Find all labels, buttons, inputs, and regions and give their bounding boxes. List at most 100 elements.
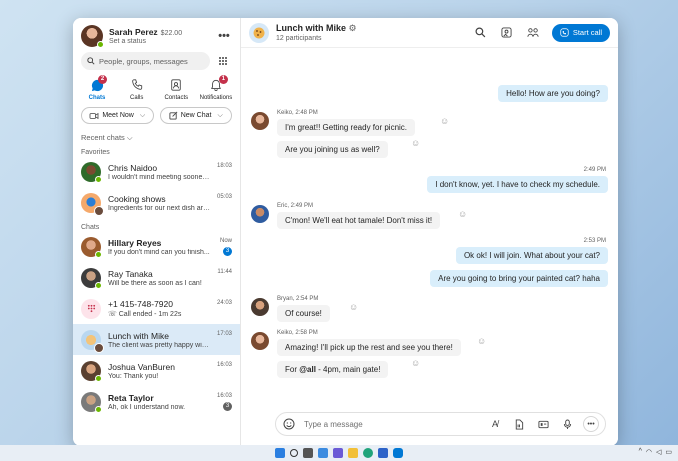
call-ended-icon: ☏ xyxy=(108,311,119,318)
reaction-smiley-icon[interactable]: ☺ xyxy=(440,116,449,126)
gallery-icon xyxy=(501,27,512,38)
contact-card-button[interactable] xyxy=(535,416,551,432)
group-avatar[interactable] xyxy=(249,22,269,43)
nav-calls[interactable]: Calls xyxy=(119,78,155,101)
dialpad-button[interactable] xyxy=(214,52,232,70)
profile-header[interactable]: Sarah Perez $22.00 Set a status ••• xyxy=(73,18,240,48)
profile-status[interactable]: Set a status xyxy=(109,38,216,45)
nav-contacts[interactable]: Contacts xyxy=(158,78,194,101)
chats-label: Chats xyxy=(81,224,100,231)
chat-preview: Ah, ok I understand now. xyxy=(108,403,186,411)
chat-time: 16:03 xyxy=(216,362,232,368)
nav-notifications-label: Notifications xyxy=(199,95,233,101)
recent-chats-toggle[interactable]: Recent chats ⌵ xyxy=(73,133,240,143)
message-input[interactable]: Type a message xyxy=(304,420,479,429)
meet-now-button[interactable]: Meet Now ⌵ xyxy=(81,107,154,124)
gallery-button[interactable] xyxy=(498,24,516,42)
message-outgoing[interactable]: Are you going to bring your painted cat?… xyxy=(430,270,608,287)
chevron-down-icon: ⌵ xyxy=(217,111,223,119)
conversation-title[interactable]: Lunch with Mike xyxy=(276,23,346,33)
profile-name: Sarah Perez xyxy=(109,27,158,37)
message-incoming[interactable]: C'mon! We'll eat hot tamale! Don't miss … xyxy=(277,212,441,229)
message-composer[interactable]: Type a message A̸ ••• xyxy=(275,412,606,436)
nav-notifications[interactable]: 1 Notifications xyxy=(198,75,234,101)
chat-title: Reta Taylor xyxy=(108,392,154,403)
skype-window: Sarah Perez $22.00 Set a status ••• Peopl… xyxy=(73,18,618,446)
emoji-button[interactable] xyxy=(282,417,296,431)
chat-app-icon[interactable] xyxy=(333,448,343,458)
avatar[interactable] xyxy=(251,298,269,316)
avatar[interactable] xyxy=(251,205,269,223)
new-chat-button[interactable]: New Chat ⌵ xyxy=(159,107,232,124)
volume-icon[interactable]: ◁ xyxy=(656,448,661,456)
chat-time: Now xyxy=(219,238,232,244)
settings-gear-icon[interactable]: ⚙ xyxy=(349,23,357,33)
chat-list-item[interactable]: Hillary Reyes If you don't mind can you … xyxy=(73,231,240,262)
taskbar-search-icon[interactable] xyxy=(290,449,298,457)
chat-list-item[interactable]: Reta Taylor Ah, ok I understand now. 16:… xyxy=(73,386,240,417)
main-nav: 2 Chats Calls Contacts 1 Notifications xyxy=(73,75,240,101)
reaction-smiley-icon[interactable]: ☺ xyxy=(458,209,467,219)
chat-list-item[interactable]: Cooking shows Ingredients for our next d… xyxy=(73,187,240,218)
chat-time: 11:44 xyxy=(217,269,232,275)
chat-title: Cooking shows xyxy=(108,193,166,204)
more-options-button[interactable]: ••• xyxy=(216,30,232,42)
nav-chats[interactable]: 2 Chats xyxy=(79,75,115,101)
message-incoming[interactable]: Are you joining us as well? xyxy=(277,141,388,158)
wifi-icon[interactable]: ◠ xyxy=(646,448,652,456)
avatar[interactable] xyxy=(251,112,269,130)
system-tray[interactable]: ^ ◠ ◁ ▭ xyxy=(639,448,672,456)
chat-list-item[interactable]: +1 415-748-7920 ☏ Call ended - 1m 22s 24… xyxy=(73,293,240,324)
store-icon[interactable] xyxy=(378,448,388,458)
compose-icon xyxy=(169,111,178,120)
participant-count[interactable]: 12 participants xyxy=(276,35,464,42)
reaction-smiley-icon[interactable]: ☺ xyxy=(411,138,420,148)
avatar[interactable] xyxy=(251,332,269,350)
widgets-icon[interactable] xyxy=(318,448,328,458)
video-icon xyxy=(89,112,99,119)
mention-all[interactable]: @all xyxy=(299,365,316,374)
file-explorer-icon[interactable] xyxy=(348,448,358,458)
start-call-label: Start call xyxy=(572,28,602,37)
message-outgoing[interactable]: I don't know, yet. I have to check my sc… xyxy=(427,176,608,193)
reaction-smiley-icon[interactable]: ☺ xyxy=(477,336,486,346)
format-text-button[interactable]: A̸ xyxy=(487,416,503,432)
more-composer-options-button[interactable]: ••• xyxy=(583,416,599,432)
message-timestamp: 2:49 PM xyxy=(583,167,606,173)
nav-chats-label: Chats xyxy=(88,95,106,101)
task-view-icon[interactable] xyxy=(303,448,313,458)
chat-time: 16:03 xyxy=(216,393,232,399)
call-icon xyxy=(560,28,569,37)
edge-browser-icon[interactable] xyxy=(363,448,373,458)
message-incoming[interactable]: Of course! xyxy=(277,305,330,322)
message-outgoing[interactable]: Hello! How are you doing? xyxy=(498,85,608,102)
start-call-button[interactable]: Start call xyxy=(551,23,610,42)
add-people-icon xyxy=(527,28,539,37)
skype-taskbar-icon[interactable] xyxy=(393,448,403,458)
reaction-smiley-icon[interactable]: ☺ xyxy=(349,302,358,312)
chevron-down-icon: ⌵ xyxy=(139,111,146,119)
chat-time: 05:03 xyxy=(216,194,232,200)
battery-icon[interactable]: ▭ xyxy=(665,448,672,456)
windows-start-icon[interactable] xyxy=(275,448,285,458)
chat-list-item[interactable]: Joshua VanBuren You: Thank you! 16:03 xyxy=(73,355,240,386)
chat-list-item-selected[interactable]: Lunch with Mike The client was pretty ha… xyxy=(73,324,240,355)
search-conversation-button[interactable] xyxy=(472,24,490,42)
chat-list-item[interactable]: Chris Naidoo I wouldn't mind meeting soo… xyxy=(73,156,240,187)
unread-badge: 3 xyxy=(223,402,232,411)
message-outgoing[interactable]: Ok ok! I will join. What about your cat? xyxy=(455,247,608,264)
favorites-label: Favorites xyxy=(81,149,110,156)
reaction-smiley-icon[interactable]: ☺ xyxy=(411,358,420,368)
message-incoming[interactable]: Amazing! I'll pick up the rest and see y… xyxy=(277,339,461,356)
presence-indicator xyxy=(97,41,104,48)
message-incoming[interactable]: For @all - 4pm, main gate! xyxy=(277,361,389,378)
chat-list-item[interactable]: Ray Tanaka Will be there as soon as I ca… xyxy=(73,262,240,293)
avatar[interactable] xyxy=(81,25,104,48)
chevron-up-icon[interactable]: ^ xyxy=(639,448,642,456)
search-input[interactable]: People, groups, messages xyxy=(81,52,210,70)
attach-file-button[interactable] xyxy=(511,416,527,432)
message-incoming[interactable]: I'm great!! Getting ready for picnic. xyxy=(277,119,416,136)
avatar xyxy=(81,298,101,319)
add-people-button[interactable] xyxy=(524,24,542,42)
voice-message-button[interactable] xyxy=(559,416,575,432)
